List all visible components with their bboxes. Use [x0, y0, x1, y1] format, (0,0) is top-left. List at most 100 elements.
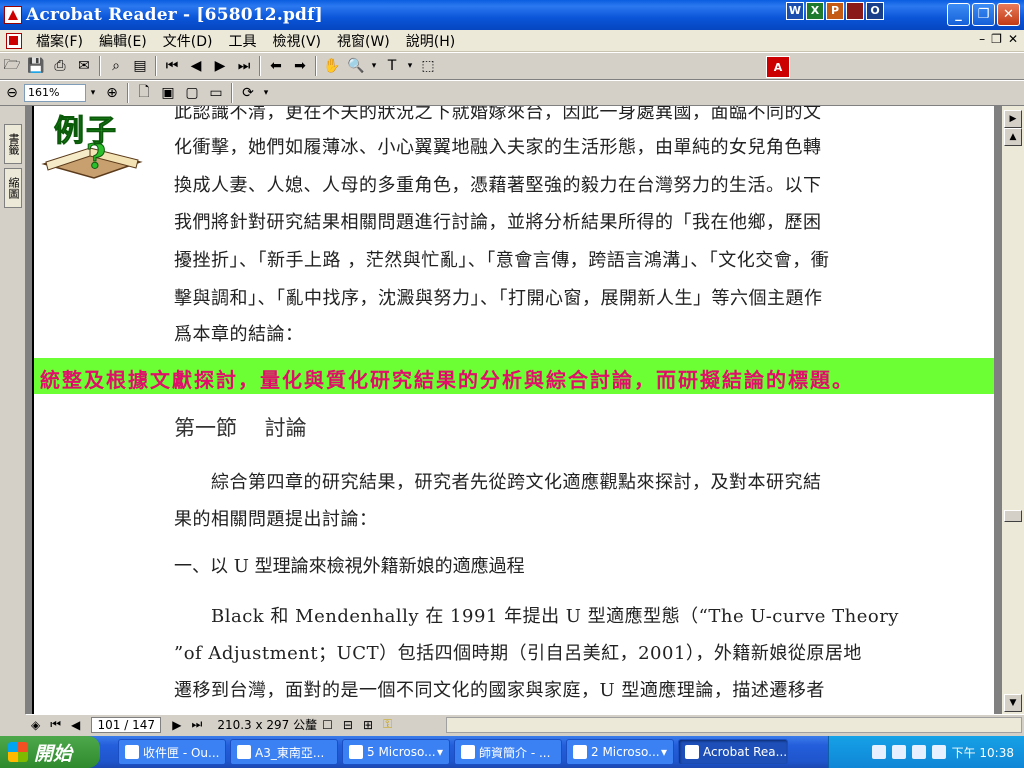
zoom-level-input[interactable]: 161% [24, 84, 86, 102]
go-back-icon[interactable]: ⬅ [265, 56, 287, 76]
help-icon[interactable] [891, 745, 906, 759]
start-button[interactable]: 開始 [0, 736, 100, 768]
menu-help[interactable]: 說明(H) [398, 31, 463, 51]
taskbar-item-powerpoint[interactable]: 2 Microso... ▾ [566, 739, 674, 765]
menu-window[interactable]: 視窗(W) [329, 31, 398, 51]
horizontal-scrollbar[interactable] [446, 717, 1022, 733]
previous-page-icon[interactable]: ◀ [71, 718, 80, 732]
example-badge-label: 例子 [54, 114, 118, 150]
paragraph-line: 化衝擊，她們如履薄冰、小心翼翼地融入夫家的生活形態，由單純的女兒角色轉 [174, 137, 822, 158]
chevron-down-icon[interactable]: ▾ [369, 56, 379, 76]
zoom-in-icon[interactable]: ⊕ [101, 83, 123, 103]
find-icon[interactable]: ⌕ [105, 56, 127, 76]
previous-page-icon[interactable]: ◀ [185, 56, 207, 76]
menu-view[interactable]: 檢視(V) [264, 31, 329, 51]
page-number-field[interactable]: 101 / 147 [91, 716, 162, 733]
taskbar-item-word[interactable]: 5 Microso... ▾ [342, 739, 450, 765]
chevron-down-icon[interactable]: ▾ [87, 83, 99, 103]
folder-icon [237, 745, 251, 759]
document-menu-icon[interactable] [6, 32, 22, 49]
zoom-out-icon[interactable]: ⊖ [1, 83, 23, 103]
menu-edit[interactable]: 編輯(E) [91, 31, 155, 51]
text-select-tool-icon[interactable]: T [381, 56, 403, 76]
close-button[interactable]: ✕ [997, 3, 1020, 26]
single-page-icon[interactable]: ☐ [322, 718, 333, 732]
maximize-button[interactable]: ❐ [972, 3, 995, 26]
word-shortcut-icon[interactable]: W [786, 2, 804, 20]
thumbnails-tab[interactable]: 縮圖 [4, 168, 22, 208]
print-icon[interactable]: ⎙ [49, 56, 71, 76]
rotate-view-icon[interactable]: ⟳ [237, 83, 259, 103]
next-page-icon[interactable]: ▶ [209, 56, 231, 76]
powerpoint-icon [573, 745, 587, 759]
minimize-button[interactable]: _ [947, 3, 970, 26]
open-icon[interactable]: 🗁 [1, 56, 23, 76]
menu-tools[interactable]: 工具 [220, 31, 264, 51]
facing-pages-icon[interactable]: ⊞ [363, 718, 373, 732]
key-icon[interactable]: ⚿ [383, 717, 392, 732]
paragraph-line: 我們將針對研究結果相關問題進行討論，並將分析結果所得的「我在他鄉，歷困 [174, 212, 822, 233]
main-toolbar: 🗁 💾 ⎙ ✉ ⌕ ▤ ⏮ ◀ ▶ ⏭ ⬅ ➡ ✋ 🔍 ▾ T ▾ ⬚ A [0, 52, 1024, 80]
document-viewport[interactable]: ? 例子 此認識不清，更在不夫的狀況之下就婚嫁來台，因此一身處異國，面臨不同的文… [26, 106, 1002, 714]
volume-icon[interactable] [931, 745, 946, 759]
taskbar-item-browser[interactable]: 師資簡介 - ... [454, 739, 562, 765]
menu-document[interactable]: 文件(D) [155, 31, 221, 51]
last-page-icon[interactable]: ⏭ [233, 56, 255, 76]
toolbar-separator [155, 56, 157, 76]
fit-visible-icon[interactable]: ▭ [205, 83, 227, 103]
show-navigation-pane-icon[interactable]: ▤ [129, 56, 151, 76]
window-controls: _ ❐ ✕ [947, 3, 1020, 26]
navigation-tabs: 書籤 縮圖 [0, 106, 26, 714]
split-view-icon[interactable]: ◈ [31, 718, 40, 732]
access-shortcut-icon[interactable] [846, 2, 864, 20]
fit-page-icon[interactable]: ▣ [157, 83, 179, 103]
first-page-icon[interactable]: ⏮ [50, 717, 61, 732]
annotation-text: 統整及根據文獻探討，量化與質化研究結果的分析與綜合討論，而研擬結論的標題。 [40, 368, 854, 392]
scroll-up-icon[interactable]: ▲ [1004, 128, 1022, 146]
email-icon[interactable]: ✉ [73, 56, 95, 76]
powerpoint-shortcut-icon[interactable]: P [826, 2, 844, 20]
first-page-icon[interactable]: ⏮ [161, 56, 183, 76]
clock[interactable]: 下午 10:38 [952, 744, 1014, 761]
save-icon[interactable]: 💾 [25, 56, 47, 76]
document-window-controls: – ❐ ✕ [979, 32, 1018, 46]
continuous-page-icon[interactable]: ⊟ [343, 718, 353, 732]
view-toolbar: ⊖ 161% ▾ ⊕ 🗋 ▣ ▢ ▭ ⟳ ▾ [0, 80, 1024, 106]
outlook-shortcut-icon[interactable]: O [866, 2, 884, 20]
chevron-down-icon[interactable]: ▾ [261, 83, 271, 103]
vertical-scrollbar[interactable]: ▶ ▲ ▼ [1002, 106, 1024, 714]
go-forward-icon[interactable]: ➡ [289, 56, 311, 76]
paragraph-line: 綜合第四章的研究結果，研究者先從跨文化適應觀點來探討，及對本研究結 [174, 472, 822, 493]
paragraph-line: 遷移到台灣，面對的是一個不同文化的國家與家庭，U 型適應理論，描述遷移者 [174, 680, 825, 701]
windows-logo-icon [8, 742, 28, 762]
keyboard-icon[interactable] [871, 745, 886, 759]
taskbar-item-acrobat[interactable]: Acrobat Rea... [678, 739, 788, 765]
chevron-down-icon[interactable]: ▾ [405, 56, 415, 76]
scroll-down-icon[interactable]: ▼ [1004, 694, 1022, 712]
fit-width-icon[interactable]: ▢ [181, 83, 203, 103]
taskbar-item-label: 收件匣 - Ou... [143, 745, 220, 760]
excel-shortcut-icon[interactable]: X [806, 2, 824, 20]
actual-size-icon[interactable]: 🗋 [133, 83, 155, 103]
bookmarks-tab[interactable]: 書籤 [4, 124, 22, 164]
doc-minimize-button[interactable]: – [979, 32, 985, 46]
page-right-icon[interactable]: ▶ [1004, 110, 1022, 128]
doc-restore-button[interactable]: ❐ [991, 32, 1002, 46]
scroll-thumb[interactable] [1004, 510, 1022, 522]
network-icon[interactable] [911, 745, 926, 759]
menu-file[interactable]: 檔案(F) [28, 31, 91, 51]
start-label: 開始 [34, 742, 73, 765]
zoom-in-tool-icon[interactable]: 🔍 [345, 56, 367, 76]
adobe-logo-icon[interactable]: A [766, 56, 790, 78]
paragraph-line: ”of Adjustment；UCT）包括四個時期（引自呂美紅，2001），外籍… [174, 643, 862, 664]
acrobat-app-icon[interactable] [4, 6, 22, 24]
hand-tool-icon[interactable]: ✋ [321, 56, 343, 76]
title-bar[interactable]: Acrobat Reader - [658012.pdf] W X P O _ … [0, 0, 1024, 30]
doc-close-button[interactable]: ✕ [1008, 32, 1018, 46]
last-page-icon[interactable]: ⏭ [192, 717, 203, 732]
system-tray: 下午 10:38 [828, 736, 1024, 768]
next-page-icon[interactable]: ▶ [172, 718, 181, 732]
taskbar-item-folder[interactable]: A3_東南亞... [230, 739, 338, 765]
taskbar-item-outlook[interactable]: 收件匣 - Ou... [118, 739, 226, 765]
graphics-select-tool-icon[interactable]: ⬚ [417, 56, 439, 76]
